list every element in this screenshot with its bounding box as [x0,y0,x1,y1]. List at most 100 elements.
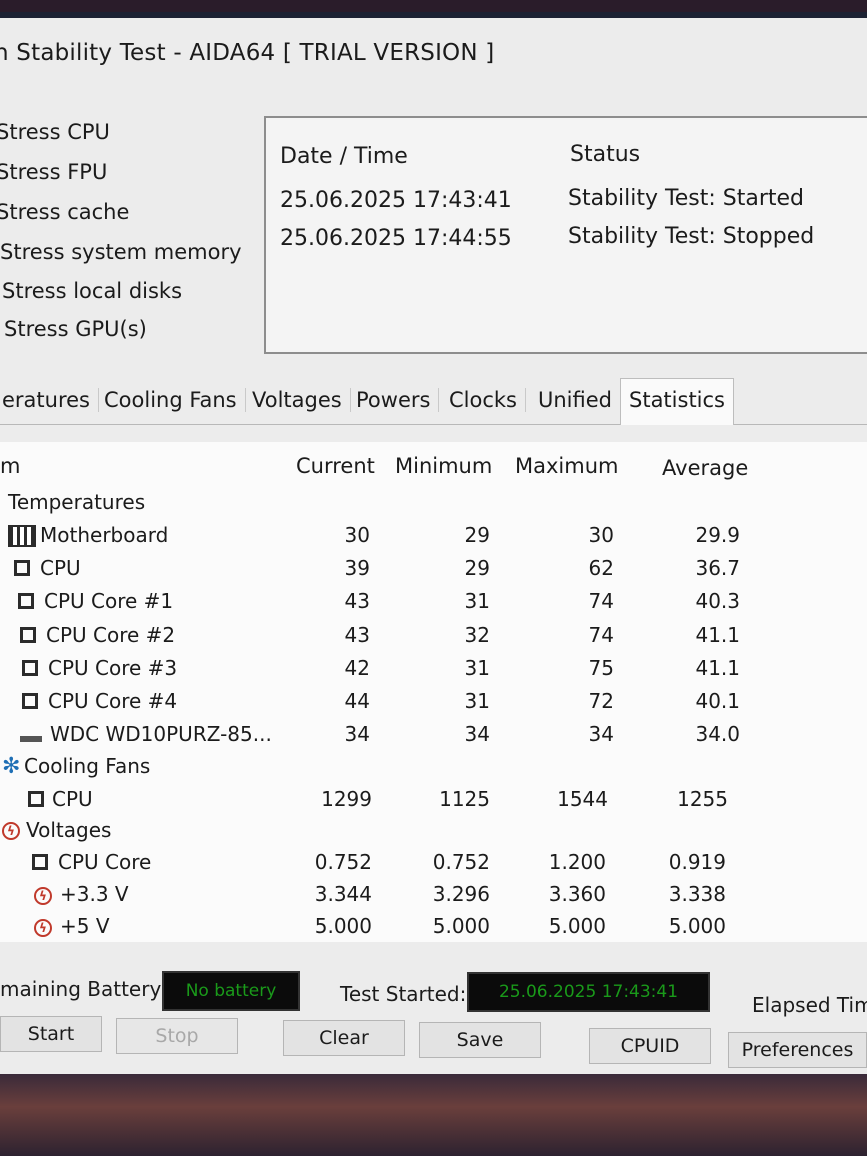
row-minimum: 0.752 [432,850,490,874]
save-button[interactable]: Save [419,1022,541,1058]
row-average: 41.1 [695,623,740,647]
log-row-status: Stability Test: Stopped [568,224,815,249]
row-maximum: 72 [588,689,614,713]
table-row[interactable]: CPU 39 29 62 36.7 [0,556,867,588]
row-average: 40.1 [695,689,740,713]
voltage-icon: ϟ [2,822,20,840]
cpu-icon [22,693,38,709]
window-title-text: Stability Test - AIDA64 [ TRIAL VERSION … [16,40,495,66]
cpu-icon [32,854,48,870]
row-current: 44 [344,689,370,713]
column-header-item[interactable]: m [0,454,20,478]
row-label: +5 V [60,914,110,938]
table-row[interactable]: CPU 1299 1125 1544 1255 [0,787,867,819]
event-log[interactable]: Date / Time Status 25.06.2025 17:43:41 S… [264,116,867,354]
stop-button[interactable]: Stop [116,1018,238,1054]
row-label: CPU [52,787,93,811]
tab-bar: eratures Cooling Fans Voltages Powers Cl… [0,378,867,425]
tab-clocks[interactable]: Clocks [441,388,526,412]
row-current: 3.344 [314,882,372,906]
row-maximum: 30 [588,523,614,547]
row-minimum: 3.296 [432,882,490,906]
row-label: CPU Core #2 [46,623,176,647]
table-row[interactable]: ϟ +3.3 V 3.344 3.296 3.360 3.338 [0,882,867,914]
test-started-value: 25.06.2025 17:43:41 [467,972,710,1012]
log-row-datetime: 25.06.2025 17:44:55 [280,226,512,251]
start-button[interactable]: Start [0,1016,102,1052]
row-current: 34 [344,722,370,746]
group-label: Cooling Fans [24,754,151,778]
column-header-minimum[interactable]: Minimum [395,454,492,478]
row-current: 5.000 [314,914,372,938]
tab-statistics[interactable]: Statistics [620,378,734,425]
log-header-status: Status [570,142,641,167]
table-row[interactable]: Motherboard 30 29 30 29.9 [0,523,867,555]
statistics-table[interactable]: m Current Minimum Maximum Average Temper… [0,442,867,942]
table-row[interactable]: CPU Core #2 43 32 74 41.1 [0,623,867,655]
tab-unified[interactable]: Unified [530,388,620,412]
log-row-status: Stability Test: Started [568,186,804,211]
row-label: CPU Core [58,850,152,874]
row-maximum: 1544 [557,787,608,811]
table-row[interactable]: CPU Core #1 43 31 74 40.3 [0,589,867,621]
preferences-button[interactable]: Preferences [728,1032,867,1068]
row-current: 39 [344,556,370,580]
row-minimum: 29 [464,556,490,580]
row-minimum: 32 [464,623,490,647]
window-title-prefix: n [0,40,9,66]
stress-disks-option[interactable]: Stress local disks [2,279,182,303]
table-group-row[interactable]: ϟ Voltages [0,818,867,850]
tab-powers[interactable]: Powers [348,388,440,412]
cpuid-button[interactable]: CPUID [589,1028,711,1064]
log-header-datetime: Date / Time [280,144,408,169]
table-row[interactable]: CPU Core 0.752 0.752 1.200 0.919 [0,850,867,882]
column-header-average[interactable]: Average [662,456,748,480]
row-minimum: 34 [464,722,490,746]
table-row[interactable]: WDC WD10PURZ-85... 34 34 34 34.0 [0,722,867,754]
row-maximum: 74 [588,623,614,647]
row-average: 3.338 [668,882,726,906]
row-minimum: 5.000 [432,914,490,938]
window-title: n Stability Test - AIDA64 [ TRIAL VERSIO… [0,40,494,66]
row-average: 29.9 [695,523,740,547]
column-header-current[interactable]: Current [296,454,375,478]
elapsed-time-label: Elapsed Time [752,993,867,1017]
test-started-label: Test Started: [340,982,467,1006]
table-group-row[interactable]: Temperatures [0,490,867,522]
row-average: 40.3 [695,589,740,613]
group-label: Temperatures [8,490,146,514]
row-label: CPU Core #4 [48,689,178,713]
window-top-edge [0,12,867,18]
stress-gpu-option[interactable]: Stress GPU(s) [4,317,147,341]
stress-memory-option[interactable]: Stress system memory [0,240,242,264]
battery-value: No battery [162,971,300,1011]
row-label: CPU Core #3 [48,656,178,680]
cpu-icon [20,627,36,643]
table-row[interactable]: ϟ +5 V 5.000 5.000 5.000 5.000 [0,914,867,942]
stability-test-window: n Stability Test - AIDA64 [ TRIAL VERSIO… [0,12,867,1074]
table-row[interactable]: CPU Core #4 44 31 72 40.1 [0,689,867,721]
voltage-icon: ϟ [34,887,52,905]
table-group-row[interactable]: ✻ Cooling Fans [0,754,867,786]
cpu-icon [14,560,30,576]
tab-voltages[interactable]: Voltages [244,388,351,412]
row-maximum: 34 [588,722,614,746]
row-maximum: 3.360 [548,882,606,906]
battery-label: maining Battery: [0,977,167,1001]
column-header-maximum[interactable]: Maximum [515,454,618,478]
row-label: +3.3 V [60,882,129,906]
cpu-icon [28,791,44,807]
stress-cache-option[interactable]: Stress cache [0,200,129,224]
stress-fpu-option[interactable]: Stress FPU [0,160,107,184]
tab-temperatures[interactable]: eratures [0,388,99,412]
table-row[interactable]: CPU Core #3 42 31 75 41.1 [0,656,867,688]
row-average: 0.919 [668,850,726,874]
row-minimum: 31 [464,689,490,713]
clear-button[interactable]: Clear [283,1020,405,1056]
row-minimum: 31 [464,656,490,680]
stress-cpu-option[interactable]: Stress CPU [0,120,110,144]
row-current: 42 [344,656,370,680]
tab-cooling-fans[interactable]: Cooling Fans [96,388,246,412]
row-maximum: 5.000 [548,914,606,938]
row-label: WDC WD10PURZ-85... [50,722,272,746]
